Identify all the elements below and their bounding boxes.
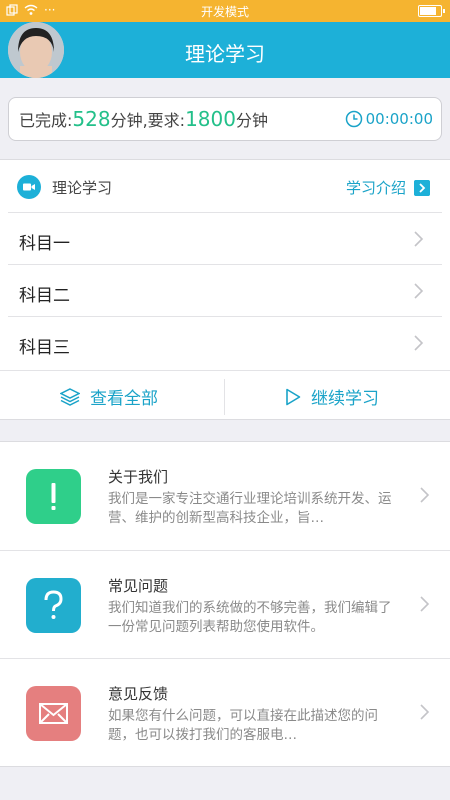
subject-item-3[interactable]: 科目三 (8, 316, 442, 368)
action-divider (224, 379, 225, 415)
view-all-label: 查看全部 (90, 389, 158, 409)
info-title: 意见反馈 (108, 685, 169, 703)
about-us-item[interactable]: 关于我们 我们是一家专注交通行业理论培训系统开发、运营、维护的创新型高科技企业，… (0, 442, 450, 550)
layers-icon (60, 387, 80, 406)
video-icon (17, 175, 41, 199)
info-description: 我们知道我们的系统做的不够完善，我们编辑了一份常见问题列表帮助您使用软件。 (108, 600, 392, 635)
timer-value: 00:00:00 (365, 110, 433, 128)
continue-label: 继续学习 (311, 389, 379, 409)
chevron-right-icon (414, 335, 424, 351)
study-section: 理论学习 学习介绍 科目一 科目二 科目三 查看全部 继续学习 (0, 159, 450, 420)
question-icon (26, 578, 81, 633)
status-bar: ··· 开发模式 (0, 0, 450, 22)
study-actions: 查看全部 继续学习 (0, 370, 450, 421)
subject-item-1[interactable]: 科目一 (8, 212, 442, 264)
subject-item-2[interactable]: 科目二 (8, 264, 442, 316)
unit-label-1: 分钟,要求: (110, 111, 186, 130)
progress-card: 已完成:528分钟,要求:1800分钟 00:00:00 (8, 97, 442, 141)
study-header-label: 理论学习 (52, 179, 113, 197)
progress-text: 已完成:528分钟,要求:1800分钟 (19, 107, 268, 131)
page-title: 理论学习 (185, 42, 265, 66)
view-all-button[interactable]: 查看全部 (60, 371, 158, 422)
info-description: 如果您有什么问题，可以直接在此描述您的问题，也可以拨打我们的客服电… (108, 708, 378, 743)
study-timer: 00:00:00 (345, 110, 433, 128)
study-header: 理论学习 学习介绍 (0, 160, 450, 212)
subject-name: 科目二 (19, 286, 70, 306)
study-intro-link[interactable]: 学习介绍 (346, 177, 430, 198)
info-title: 常见问题 (108, 577, 169, 595)
clock-icon (345, 110, 362, 128)
unit-label-2: 分钟 (235, 111, 268, 130)
continue-button[interactable]: 继续学习 (285, 371, 379, 422)
chevron-right-icon (414, 231, 424, 247)
arrow-right-icon (414, 179, 430, 196)
battery-fill (420, 7, 436, 15)
feedback-item[interactable]: 意见反馈 如果您有什么问题，可以直接在此描述您的问题，也可以拨打我们的客服电… (0, 658, 450, 766)
info-title: 关于我们 (108, 468, 169, 486)
completed-minutes: 528 (72, 107, 111, 131)
required-minutes: 1800 (185, 107, 236, 131)
study-intro-label: 学习介绍 (345, 179, 406, 197)
chevron-right-icon (420, 487, 430, 503)
info-description: 我们是一家专注交通行业理论培训系统开发、运营、维护的创新型高科技企业，旨… (108, 491, 392, 526)
play-icon (286, 388, 301, 405)
navbar: 理论学习 (0, 22, 450, 78)
chevron-right-icon (414, 283, 424, 299)
info-section: 关于我们 我们是一家专注交通行业理论培训系统开发、运营、维护的创新型高科技企业，… (0, 441, 450, 767)
battery-icon (418, 5, 445, 17)
subject-name: 科目三 (19, 338, 70, 358)
exclamation-icon (26, 469, 81, 524)
chevron-right-icon (420, 596, 430, 612)
completed-label: 已完成: (19, 111, 73, 130)
subject-name: 科目一 (19, 234, 70, 254)
chevron-right-icon (420, 704, 430, 720)
faq-item[interactable]: 常见问题 我们知道我们的系统做的不够完善，我们编辑了一份常见问题列表帮助您使用软… (0, 550, 450, 658)
mail-icon (26, 686, 81, 741)
status-title: 开发模式 (200, 5, 249, 19)
